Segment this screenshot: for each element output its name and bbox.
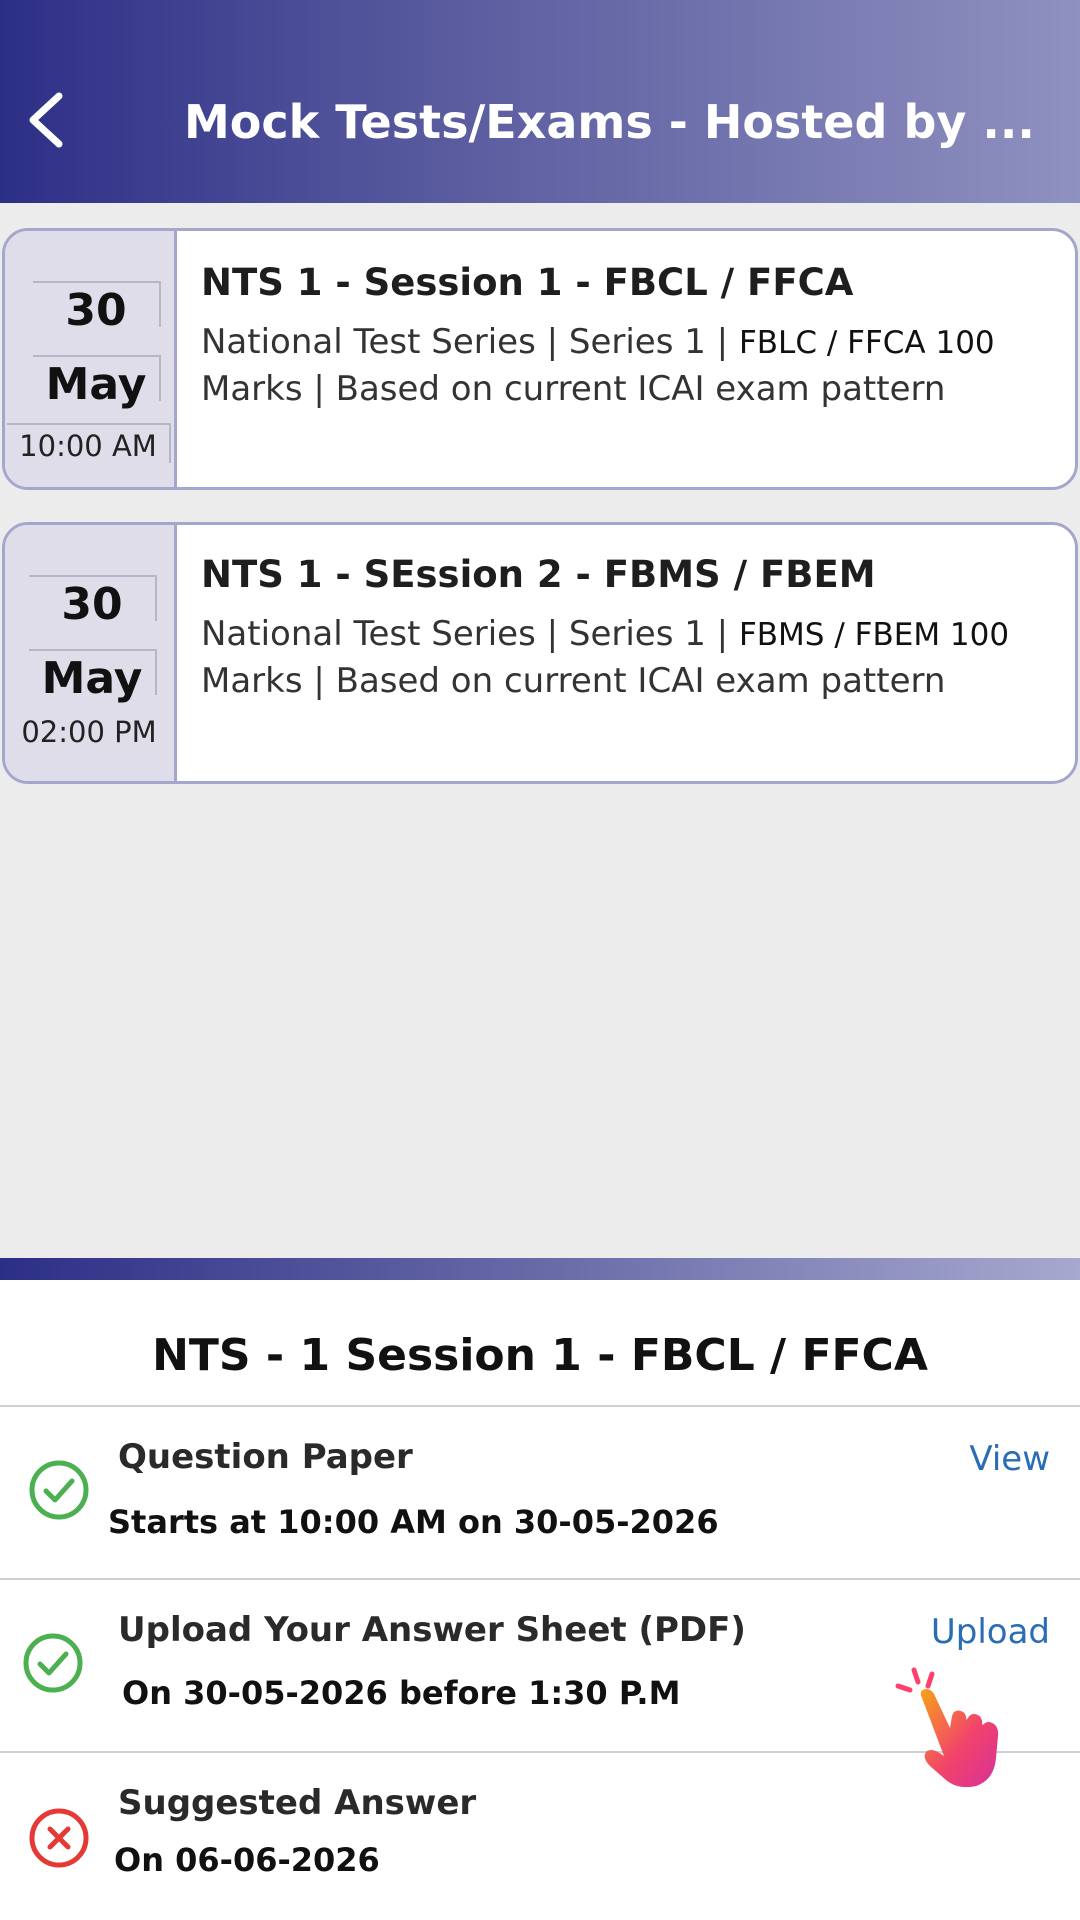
exam-time: 02:00 PM <box>21 715 157 749</box>
date-column: 30 May 02:00 PM <box>5 525 177 781</box>
date-month: May <box>29 649 157 704</box>
page-title: Mock Tests/Exams - Hosted by ... <box>184 95 1035 149</box>
row-subtitle: Starts at 10:00 AM on 30-05-2026 <box>108 1503 719 1541</box>
exam-title: NTS 1 - Session 1 - FBCL / FFCA <box>201 261 854 304</box>
check-circle-icon <box>23 1633 83 1693</box>
exam-card[interactable]: 30 May 10:00 AM NTS 1 - Session 1 - FBCL… <box>2 228 1078 490</box>
row-title: Upload Your Answer Sheet (PDF) <box>118 1610 746 1650</box>
exam-card[interactable]: 30 May 02:00 PM NTS 1 - SEssion 2 - FBMS… <box>2 522 1078 784</box>
upload-link[interactable]: Upload <box>931 1612 1050 1652</box>
back-button[interactable] <box>20 90 70 150</box>
date-day: 30 <box>33 281 161 336</box>
exam-detail-sheet: NTS - 1 Session 1 - FBCL / FFCA Question… <box>0 1280 1080 1920</box>
check-circle-icon <box>29 1460 89 1520</box>
view-link[interactable]: View <box>969 1439 1050 1479</box>
row-title: Question Paper <box>118 1437 413 1477</box>
question-paper-row: Question Paper Starts at 10:00 AM on 30-… <box>0 1407 1080 1579</box>
exam-description: National Test Series | Series 1 | FBMS /… <box>201 611 1061 704</box>
date-column: 30 May 10:00 AM <box>5 231 177 487</box>
row-subtitle: On 30-05-2026 before 1:30 P.M <box>122 1674 681 1712</box>
exam-description-series: National Test Series | Series 1 | <box>201 322 739 362</box>
exam-description: National Test Series | Series 1 | FBLC /… <box>201 319 1061 412</box>
row-subtitle: On 06-06-2026 <box>114 1841 380 1879</box>
sheet-title: NTS - 1 Session 1 - FBCL / FFCA <box>152 1330 928 1381</box>
tap-hand-icon <box>895 1667 999 1788</box>
exam-time: 10:00 AM <box>7 423 171 463</box>
exam-description-series: National Test Series | Series 1 | <box>201 614 739 654</box>
exam-description-subjects: FBLC / FFCA 100 <box>738 325 995 361</box>
row-title: Suggested Answer <box>118 1783 477 1823</box>
sheet-top-bar <box>0 1258 1080 1280</box>
exam-description-pattern: Marks | Based on current ICAI exam patte… <box>201 661 946 701</box>
x-circle-icon <box>29 1808 89 1868</box>
exam-title: NTS 1 - SEssion 2 - FBMS / FBEM <box>201 553 876 596</box>
exam-description-subjects: FBMS / FBEM 100 <box>738 617 1010 653</box>
back-arrow-icon <box>29 92 63 148</box>
date-month: May <box>33 355 161 410</box>
app-header: Mock Tests/Exams - Hosted by ... <box>0 0 1080 203</box>
exam-description-pattern: Marks | Based on current ICAI exam patte… <box>201 369 946 409</box>
date-day: 30 <box>29 575 157 630</box>
